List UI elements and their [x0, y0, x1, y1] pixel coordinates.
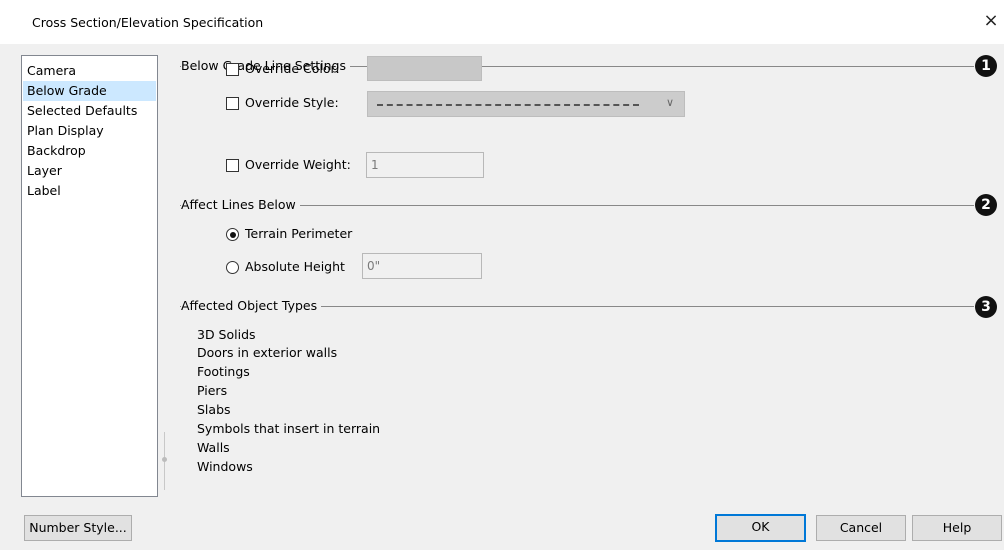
- sidebar-item-backdrop[interactable]: Backdrop: [23, 141, 156, 161]
- object-type-item: Slabs: [197, 402, 231, 417]
- callout-badge-2: 2: [975, 194, 997, 216]
- dashed-line-style-preview: [377, 104, 639, 106]
- override-style-checkbox[interactable]: [226, 97, 239, 110]
- override-weight-input[interactable]: 1: [366, 152, 484, 178]
- absolute-height-label: Absolute Height: [245, 259, 345, 274]
- absolute-height-input[interactable]: 0": [362, 253, 482, 279]
- ok-button[interactable]: OK: [715, 514, 806, 542]
- splitter-grip[interactable]: [162, 457, 167, 462]
- terrain-perimeter-label: Terrain Perimeter: [245, 226, 353, 241]
- title-bar: Cross Section/Elevation Specification ×: [0, 0, 1004, 44]
- sidebar-item-selected-defaults[interactable]: Selected Defaults: [23, 101, 156, 121]
- override-color-label: Override Color:: [245, 61, 340, 76]
- help-button[interactable]: Help: [912, 515, 1002, 541]
- object-type-item: Windows: [197, 459, 253, 474]
- dialog-title: Cross Section/Elevation Specification: [32, 15, 264, 30]
- cancel-button[interactable]: Cancel: [816, 515, 906, 541]
- sidebar-item-camera[interactable]: Camera: [23, 61, 156, 81]
- object-type-item: 3D Solids: [197, 327, 256, 342]
- object-type-item: Doors in exterior walls: [197, 345, 338, 360]
- override-color-checkbox[interactable]: [226, 63, 239, 76]
- category-list: Camera Below Grade Selected Defaults Pla…: [21, 55, 158, 497]
- section-heading-affected-object-types: Affected Object Types: [181, 298, 322, 313]
- dialog: Cross Section/Elevation Specification × …: [0, 0, 1004, 550]
- object-type-item: Piers: [197, 383, 228, 398]
- override-style-dropdown[interactable]: ∨: [367, 91, 685, 117]
- absolute-height-radio[interactable]: [226, 261, 239, 274]
- chevron-down-icon[interactable]: ∨: [666, 96, 674, 109]
- override-style-label: Override Style:: [245, 95, 339, 110]
- sidebar-item-label[interactable]: Label: [23, 181, 156, 201]
- sidebar-item-plan-display[interactable]: Plan Display: [23, 121, 156, 141]
- override-weight-label: Override Weight:: [245, 157, 351, 172]
- terrain-perimeter-radio[interactable]: [226, 228, 239, 241]
- object-type-item: Footings: [197, 364, 250, 379]
- object-type-item: Walls: [197, 440, 230, 455]
- callout-badge-1: 1: [975, 55, 997, 77]
- callout-badge-3: 3: [975, 296, 997, 318]
- override-weight-checkbox[interactable]: [226, 159, 239, 172]
- section-heading-affect-lines-below: Affect Lines Below: [181, 197, 300, 212]
- number-style-button[interactable]: Number Style...: [24, 515, 132, 541]
- override-color-swatch[interactable]: [367, 56, 482, 81]
- close-icon[interactable]: ×: [979, 9, 1003, 33]
- sidebar-item-below-grade[interactable]: Below Grade: [23, 81, 156, 101]
- object-type-item: Symbols that insert in terrain: [197, 421, 381, 436]
- sidebar-item-layer[interactable]: Layer: [23, 161, 156, 181]
